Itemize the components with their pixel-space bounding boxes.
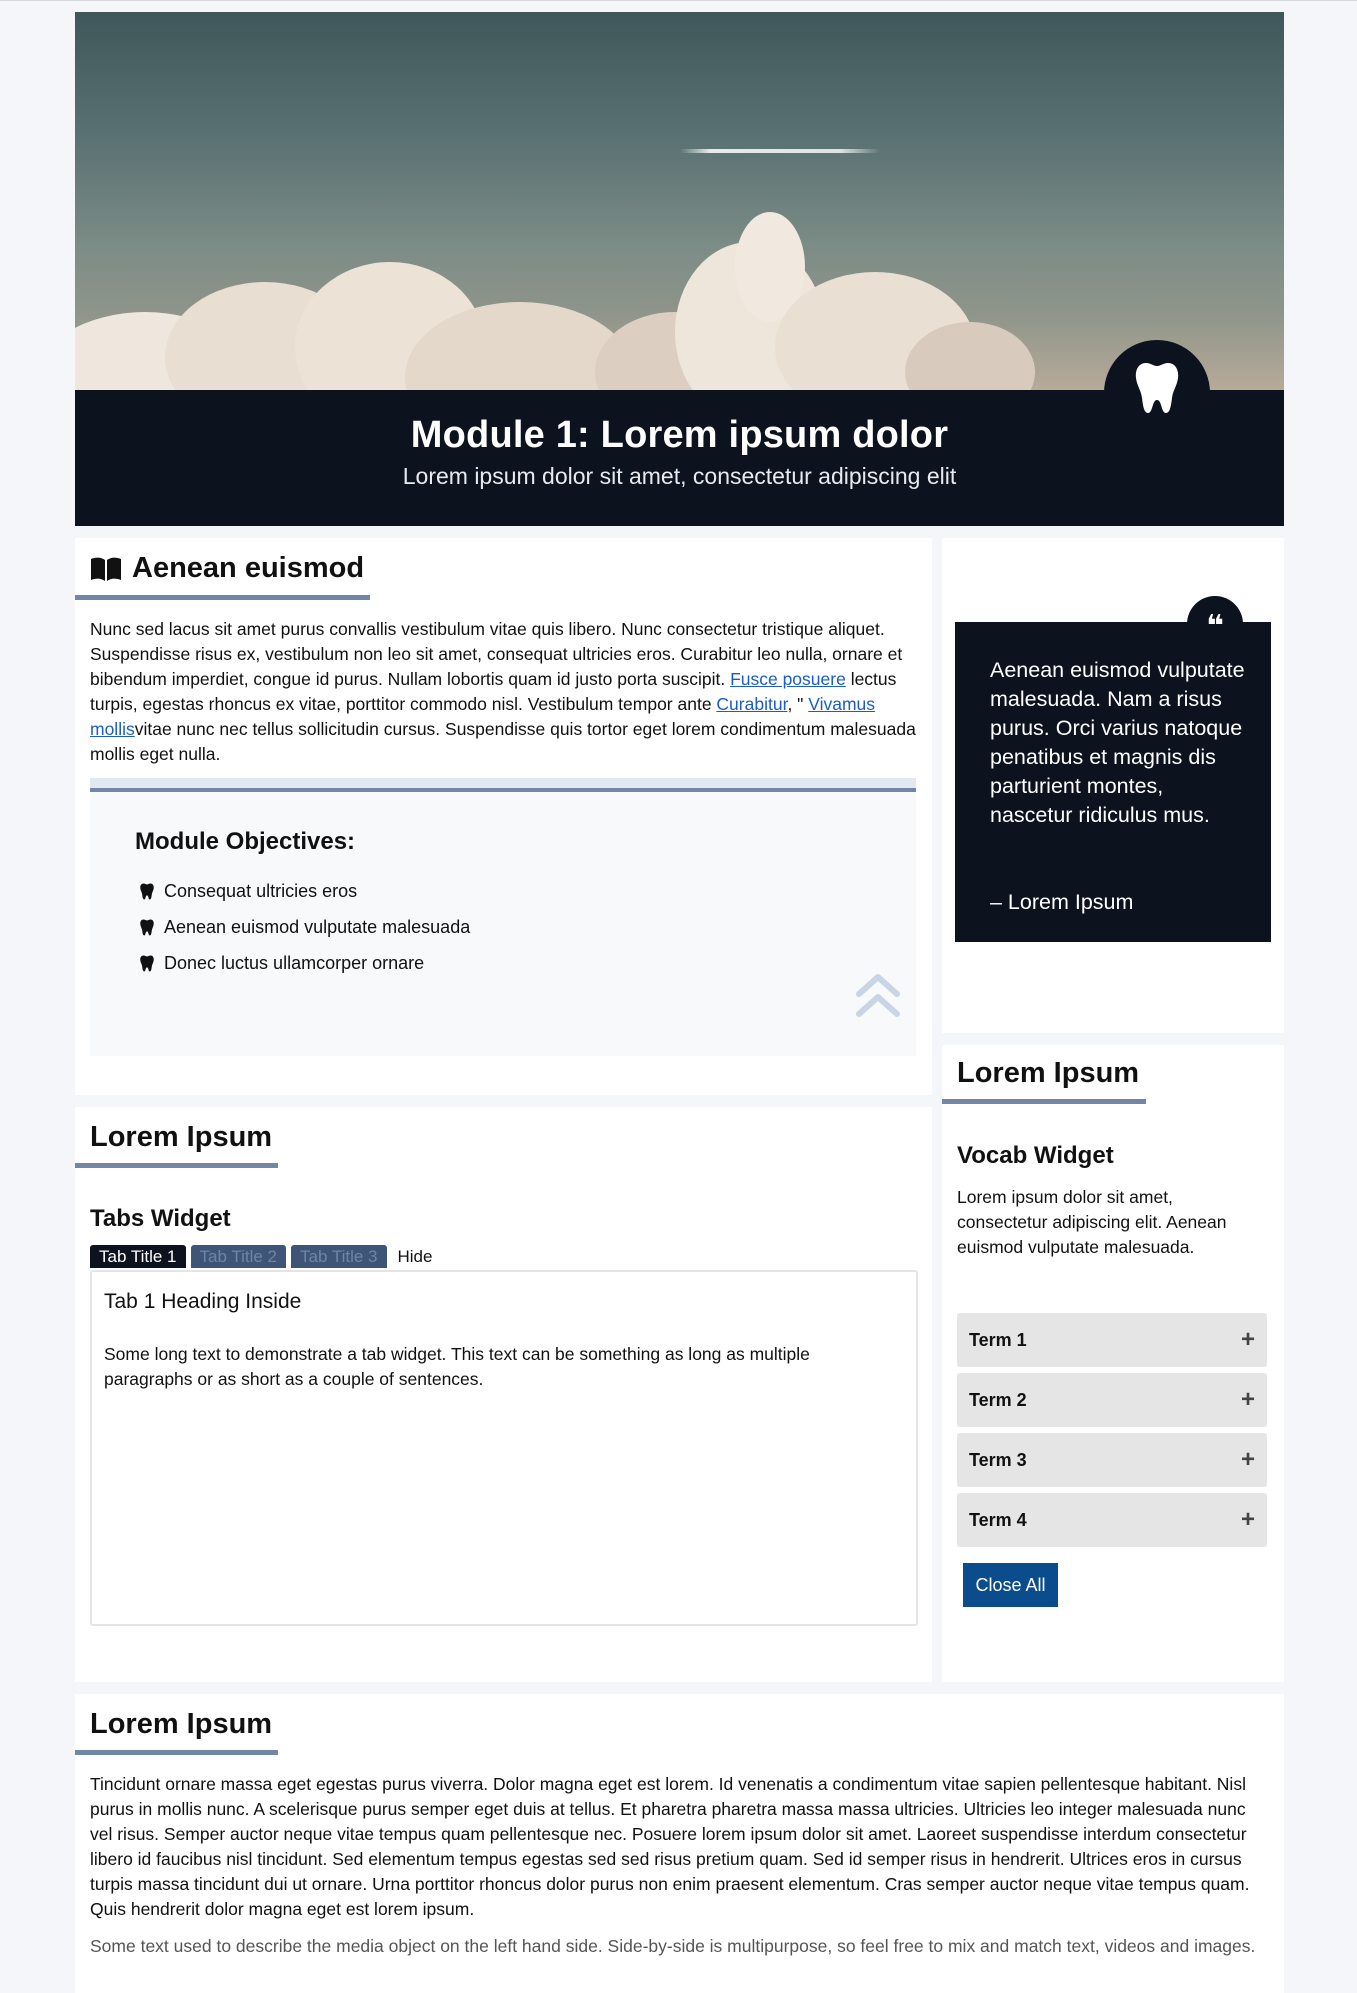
module-title: Module 1: Lorem ipsum dolor [410,414,949,456]
quote-attribution: – Lorem Ipsum [990,890,1134,914]
module-title-bar: Module 1: Lorem ipsum dolor Lorem ipsum … [75,340,1284,526]
tab-panel-heading: Tab 1 Heading Inside [104,1290,302,1313]
list-item: Aenean euismod vulputate malesuada [140,909,470,945]
heading-underline [75,1750,278,1755]
module-subtitle: Lorem ipsum dolor sit amet, consectetur … [402,463,957,489]
tab-bar: Tab Title 1 Tab Title 2 Tab Title 3 Hide [90,1245,438,1268]
term-label: Term 2 [969,1389,1027,1410]
list-item: Donec luctus ullamcorper ornare [140,945,470,981]
term-4[interactable]: Term 4 + [957,1493,1267,1547]
term-label: Term 3 [969,1449,1027,1470]
intro-paragraph: Nunc sed lacus sit amet purus convallis … [90,617,916,767]
vocab-widget-title: Vocab Widget [957,1142,1114,1169]
link-fusce-posuere[interactable]: Fusce posuere [730,669,846,689]
plus-icon[interactable]: + [1241,1506,1255,1534]
contrail [680,149,880,153]
term-2[interactable]: Term 2 + [957,1373,1267,1427]
bottom-section-heading: Lorem Ipsum [90,1708,273,1740]
bottom-panel: Lorem Ipsum Tincidunt ornare massa eget … [75,1694,1284,1993]
tab-title-2[interactable]: Tab Title 2 [190,1245,286,1268]
hero-image [75,12,1284,390]
page-container: Module 1: Lorem ipsum dolor Lorem ipsum … [75,12,1284,526]
link-curabitur[interactable]: Curabitur [716,694,787,714]
objective-text: Donec luctus ullamcorper ornare [164,952,425,973]
heading-underline [942,1099,1146,1104]
objectives-top-line [90,788,916,792]
close-all-button[interactable]: Close All [963,1563,1058,1607]
objectives-list: Consequat ultricies eros Aenean euismod … [140,873,470,981]
tooth-icon [140,883,154,899]
tabs-widget-title: Tabs Widget [90,1205,231,1232]
module-badge [1104,340,1210,446]
tabs-section-heading: Lorem Ipsum [90,1121,273,1153]
intro-heading-text: Aenean euismod [132,552,365,584]
quote-text: Aenean euismod vulputate malesuada. Nam … [990,658,1245,827]
objective-text: Consequat ultricies eros [164,880,358,901]
tooth-icon [140,919,154,935]
list-item: Consequat ultricies eros [140,873,470,909]
term-1[interactable]: Term 1 + [957,1313,1267,1367]
bottom-paragraph: Tincidunt ornare massa eget egestas puru… [90,1774,1250,1919]
tabs-panel: Lorem Ipsum Tabs Widget Tab Title 1 Tab … [75,1107,932,1682]
top-border [0,0,1357,1]
heading-underline [75,595,370,600]
double-chevron-up-icon[interactable] [855,972,901,1020]
book-open-icon [91,557,121,581]
term-label: Term 4 [969,1509,1027,1530]
plus-icon[interactable]: + [1241,1326,1255,1354]
quote-card: ❝ Aenean euismod vulputate malesuada. Na… [955,596,1271,942]
tab-title-3[interactable]: Tab Title 3 [291,1245,387,1268]
tab-panel-text: Some long text to demonstrate a tab widg… [104,1344,810,1389]
tab-panel: Tab 1 Heading Inside Some long text to d… [90,1270,918,1626]
intro-text: vitae nunc nec tellus sollicitudin cursu… [90,719,916,764]
term-label: Term 1 [969,1329,1027,1350]
vocab-panel: Lorem Ipsum Vocab Widget Lorem ipsum dol… [942,1045,1284,1682]
intro-heading: Aenean euismod [90,552,364,585]
intro-text: , " [787,694,809,714]
tooth-icon [140,955,154,971]
tab-title-1[interactable]: Tab Title 1 [90,1245,186,1268]
tooth-icon [1135,363,1179,413]
objectives-box: Module Objectives: Consequat ultricies e… [90,778,916,1056]
heading-underline [75,1163,278,1168]
vocab-section-heading: Lorem Ipsum [957,1057,1140,1089]
quote-icon: ❝ [1187,596,1243,652]
media-caption: Some text used to describe the media obj… [90,1936,1256,1956]
plus-icon[interactable]: + [1241,1386,1255,1414]
hide-tabs-button[interactable]: Hide [392,1245,439,1268]
quote-panel: ❝ Aenean euismod vulputate malesuada. Na… [942,538,1284,1033]
plus-icon[interactable]: + [1241,1446,1255,1474]
objectives-title: Module Objectives: [135,828,356,855]
intro-panel: Aenean euismod Nunc sed lacus sit amet p… [75,538,932,1095]
vocab-description: Lorem ipsum dolor sit amet, consectetur … [957,1187,1227,1257]
term-3[interactable]: Term 3 + [957,1433,1267,1487]
objective-text: Aenean euismod vulputate malesuada [164,916,471,937]
